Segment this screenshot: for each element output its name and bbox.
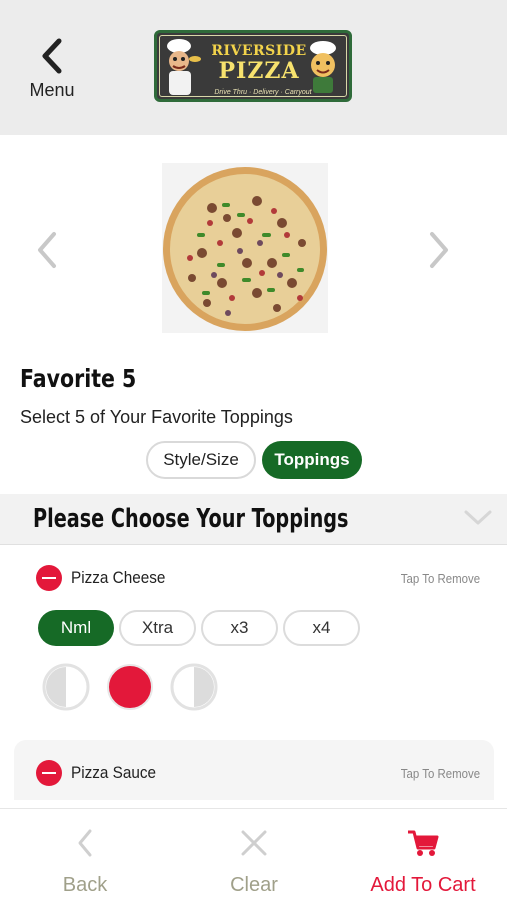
- left-half-coverage-icon[interactable]: [42, 663, 90, 711]
- chevron-left-icon: [42, 38, 62, 74]
- tap-to-remove-link[interactable]: Tap To Remove: [401, 571, 480, 586]
- topping-item-pizza-cheese: Pizza Cheese Tap To Remove Nml Xtra x3 x…: [14, 545, 494, 735]
- product-title: Favorite 5: [20, 364, 137, 393]
- amount-normal-button[interactable]: Nml: [38, 610, 114, 646]
- topping-name: Pizza Sauce: [71, 763, 157, 782]
- top-header: Menu RIVERSIDE PIZZA Drive Thru · Delive…: [0, 0, 507, 135]
- clear-label: Clear: [230, 874, 278, 896]
- amount-x4-button[interactable]: x4: [283, 610, 360, 646]
- pizza-illustration: [163, 167, 327, 331]
- logo-line-2: PIZZA: [218, 58, 300, 84]
- add-to-cart-button[interactable]: Add To Cart: [338, 827, 507, 897]
- add-to-cart-label: Add To Cart: [370, 874, 476, 896]
- topping-item-pizza-sauce: Pizza Sauce Tap To Remove: [14, 740, 494, 800]
- back-button[interactable]: Back: [0, 827, 170, 897]
- right-half-coverage-icon[interactable]: [170, 663, 218, 711]
- previous-image-arrow[interactable]: [32, 230, 62, 270]
- back-label: Back: [62, 874, 108, 896]
- logo-tagline: Drive Thru · Delivery · Carryout: [214, 89, 312, 96]
- section-title: Please Choose Your Toppings: [33, 504, 349, 534]
- amount-x3-button[interactable]: x3: [201, 610, 278, 646]
- remove-topping-icon[interactable]: [36, 760, 62, 786]
- product-subtitle: Select 5 of Your Favorite Toppings: [20, 407, 293, 427]
- menu-label: Menu: [29, 80, 75, 100]
- amount-extra-button[interactable]: Xtra: [119, 610, 196, 646]
- tab-style-size[interactable]: Style/Size: [146, 441, 256, 479]
- chevron-left-icon: [78, 829, 92, 857]
- shopping-cart-icon: [408, 830, 439, 856]
- topping-name: Pizza Cheese: [71, 568, 166, 587]
- whole-coverage-icon[interactable]: [106, 663, 154, 711]
- menu-back-button[interactable]: Menu: [22, 38, 82, 108]
- clear-button[interactable]: Clear: [169, 827, 339, 897]
- tab-toppings[interactable]: Toppings: [262, 441, 362, 479]
- chevron-down-icon: [464, 510, 492, 525]
- logo-line-1: RIVERSIDE: [211, 43, 307, 59]
- bottom-action-bar: Back Clear Add To Cart: [0, 808, 507, 900]
- close-icon: [241, 830, 267, 856]
- tap-to-remove-link[interactable]: Tap To Remove: [401, 766, 480, 781]
- remove-topping-icon[interactable]: [36, 565, 62, 591]
- toppings-section-header[interactable]: Please Choose Your Toppings: [0, 494, 507, 545]
- next-image-arrow[interactable]: [424, 230, 454, 270]
- restaurant-logo: RIVERSIDE PIZZA Drive Thru · Delivery · …: [154, 30, 352, 102]
- chef-mascot-icon: [167, 39, 201, 95]
- app-root: Menu RIVERSIDE PIZZA Drive Thru · Delive…: [0, 0, 507, 900]
- pizza-image: [162, 163, 328, 333]
